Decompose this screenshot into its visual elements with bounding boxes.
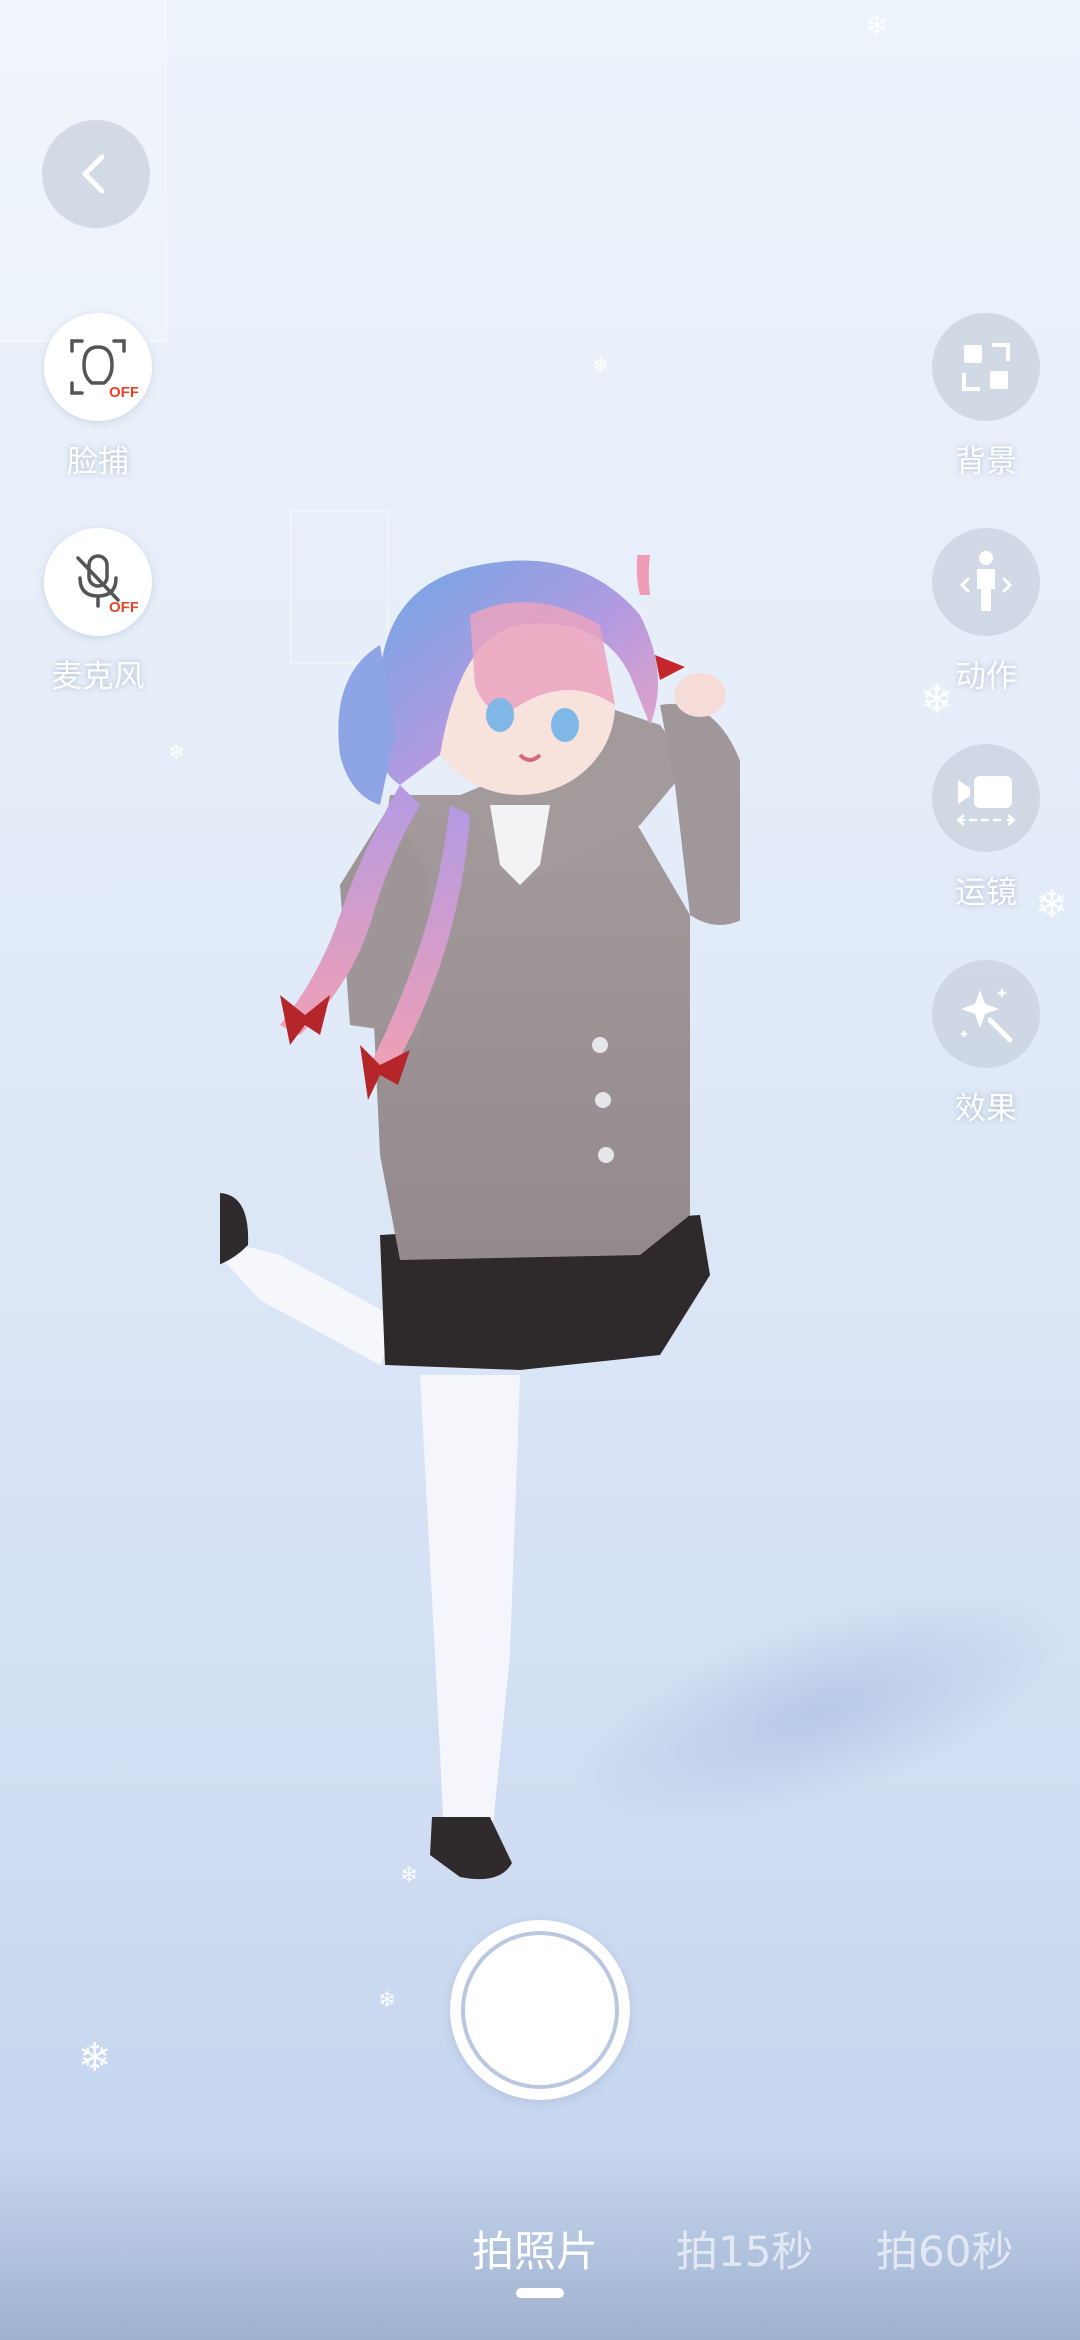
- snowflake: ❄: [865, 9, 889, 42]
- shutter-button[interactable]: [450, 1920, 630, 2100]
- camera-move-icon: [956, 776, 1016, 826]
- mic-off-icon: OFF: [76, 554, 138, 616]
- face-capture-icon: OFF: [70, 339, 138, 401]
- tab-15-seconds[interactable]: 拍15秒: [676, 2218, 813, 2279]
- microphone-button[interactable]: OFF: [44, 528, 152, 636]
- snowflake: ❄: [378, 1988, 397, 2013]
- avatar-character: [220, 555, 740, 1880]
- microphone-label: 麦克风: [51, 659, 145, 695]
- background-label: 背景: [955, 444, 1017, 480]
- chevron-left-icon: [82, 154, 105, 194]
- action-label: 动作: [955, 659, 1017, 695]
- snowflake: ❄: [592, 353, 609, 377]
- face-capture-button[interactable]: OFF: [44, 313, 152, 421]
- background-grid-icon: [962, 343, 1010, 391]
- off-badge: OFF: [109, 384, 138, 401]
- tab-photo[interactable]: 拍照片: [472, 2218, 598, 2279]
- person-pose-icon: [959, 551, 1013, 611]
- effects-label: 效果: [955, 1091, 1017, 1127]
- effects-button[interactable]: [932, 960, 1040, 1068]
- camera-move-button[interactable]: [932, 744, 1040, 852]
- snowflake: ❄: [78, 2035, 112, 2081]
- shutter-icon: [461, 1931, 619, 2089]
- camera-stage: ❄ ❄ ❄ ❄ ❄ ❄ ❄ ❄ OFF 脸捕 OFF 麦克风 背景 动作 运镜 …: [0, 0, 1080, 2340]
- back-button[interactable]: [42, 120, 150, 228]
- camera-move-label: 运镜: [955, 875, 1017, 911]
- snowflake: ❄: [168, 740, 185, 764]
- face-capture-label: 脸捕: [67, 444, 129, 480]
- action-button[interactable]: [932, 528, 1040, 636]
- sparkle-effect-icon: [960, 988, 1013, 1043]
- off-badge: OFF: [109, 599, 138, 616]
- background-button[interactable]: [932, 313, 1040, 421]
- tab-60-seconds[interactable]: 拍60秒: [876, 2218, 1013, 2279]
- active-tab-indicator: [516, 2288, 564, 2298]
